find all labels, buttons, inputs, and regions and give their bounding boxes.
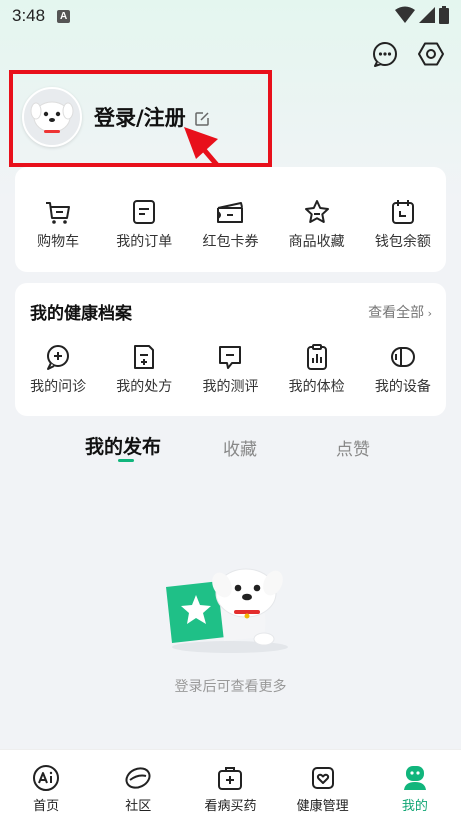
star-icon	[304, 200, 329, 223]
status-bar: 3:48 A	[0, 0, 461, 32]
quick-action-label: 钱包余额	[374, 234, 431, 250]
active-tab-indicator	[118, 459, 134, 462]
prescription-icon	[134, 345, 155, 369]
health-records-title: 我的健康档案	[30, 304, 132, 324]
quick-actions-card: 购物车 我的订单 红包卡券 商品收藏 钱包余额	[15, 167, 446, 272]
device-icon	[390, 347, 415, 367]
assessment-icon	[219, 346, 242, 369]
community-icon	[125, 767, 151, 789]
quick-action-label: 商品收藏	[288, 234, 345, 250]
content-tabs: 我的发布 收藏 点赞	[0, 432, 461, 468]
tab-favorites[interactable]: 收藏	[223, 435, 257, 460]
health-manage-icon	[311, 767, 334, 789]
quick-action-orders[interactable]: 我的订单	[104, 197, 184, 251]
quick-action-cart[interactable]: 购物车	[18, 197, 98, 251]
health-item-prescription[interactable]: 我的处方	[104, 342, 184, 396]
view-all-link[interactable]: 查看全部 ›	[368, 302, 432, 322]
wifi-icon	[395, 6, 415, 23]
quick-action-wallet[interactable]: 钱包余额	[363, 197, 443, 251]
signal-icon	[419, 7, 435, 23]
nav-label: 我的	[401, 799, 428, 814]
cart-icon	[46, 202, 71, 224]
nav-label: 社区	[125, 799, 152, 814]
consult-icon	[47, 345, 70, 370]
quick-action-label: 购物车	[37, 234, 80, 250]
nav-health-manage[interactable]: 健康管理	[278, 764, 368, 814]
status-icons	[395, 6, 449, 24]
health-item-assessment[interactable]: 我的测评	[190, 342, 270, 396]
message-icon[interactable]	[371, 40, 399, 68]
health-item-device[interactable]: 我的设备	[363, 342, 443, 396]
profile-icon	[403, 766, 426, 790]
nav-community[interactable]: 社区	[93, 764, 183, 814]
health-item-label: 我的设备	[374, 379, 431, 395]
medical-kit-icon	[218, 767, 243, 790]
settings-icon[interactable]	[417, 40, 445, 68]
battery-icon	[439, 6, 449, 24]
header-actions	[371, 40, 445, 68]
health-item-label: 我的测评	[202, 379, 259, 395]
quick-action-favorites[interactable]: 商品收藏	[277, 197, 357, 251]
home-ai-icon	[33, 765, 60, 791]
checkup-icon	[306, 344, 327, 370]
status-time: 3:48	[12, 6, 46, 25]
quick-action-label: 红包卡券	[202, 234, 259, 250]
quick-action-coupons[interactable]: 红包卡券	[190, 197, 270, 251]
tab-likes[interactable]: 点赞	[336, 435, 370, 460]
nav-label: 健康管理	[296, 799, 349, 814]
empty-state-text: 登录后可查看更多	[174, 679, 287, 695]
health-item-consult[interactable]: 我的问诊	[18, 342, 98, 396]
nav-label: 看病买药	[204, 799, 257, 814]
quick-action-label: 我的订单	[116, 234, 173, 250]
bottom-nav: 首页 社区 看病买药 健康管理 我的	[0, 749, 461, 819]
health-records-card: 我的健康档案 查看全部 › 我的问诊 我的处方 我的测评 我的体检 我的设备	[15, 283, 446, 416]
nav-home[interactable]: 首页	[1, 764, 91, 814]
health-item-label: 我的处方	[116, 379, 173, 395]
wallet-icon	[391, 200, 414, 224]
nav-label: 首页	[33, 799, 60, 814]
nav-medical[interactable]: 看病买药	[185, 764, 275, 814]
health-item-checkup[interactable]: 我的体检	[277, 342, 357, 396]
health-item-label: 我的体检	[288, 379, 345, 395]
nav-profile[interactable]: 我的	[370, 764, 460, 814]
view-all-label: 查看全部	[368, 304, 425, 321]
notification-badge: A	[57, 9, 71, 23]
chevron-right-icon: ›	[424, 306, 432, 320]
health-item-label: 我的问诊	[30, 379, 87, 395]
empty-state-illustration	[166, 568, 288, 653]
tab-my-posts[interactable]: 我的发布	[85, 432, 161, 459]
order-icon	[133, 200, 156, 224]
coupon-icon	[217, 202, 244, 223]
